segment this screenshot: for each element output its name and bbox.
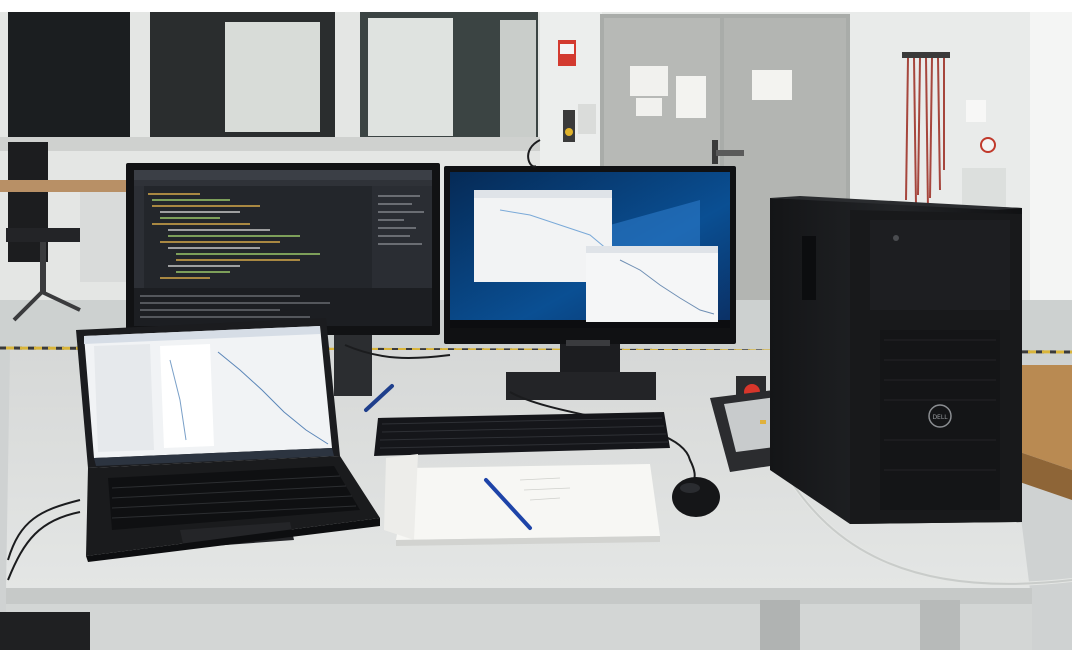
mouse: [672, 477, 720, 517]
photo-svg: DELL: [0, 0, 1072, 650]
plot-window-2: [586, 246, 718, 322]
lab-workstation-photo: DELL: [0, 0, 1072, 650]
tower-pc: DELL: [770, 196, 1022, 524]
notepad: [384, 454, 660, 546]
svg-text:DELL: DELL: [932, 414, 948, 421]
